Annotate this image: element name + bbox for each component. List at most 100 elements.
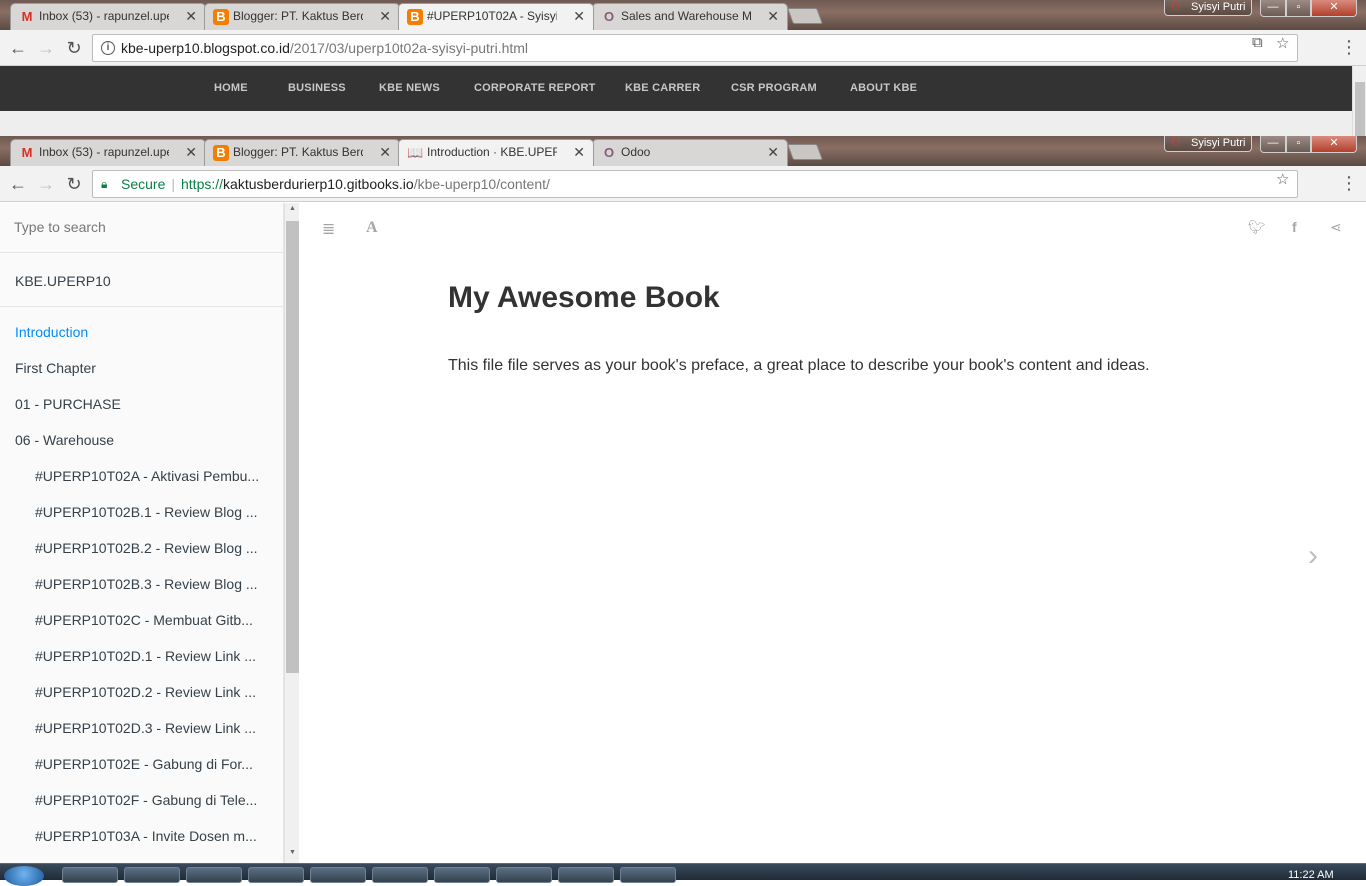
url-host: kbe-uperp10.blogspot.co.id — [121, 40, 290, 56]
profile-button[interactable]: ⚇ Syisyi Putri — [1164, 0, 1252, 16]
toc-item[interactable]: #UPERP10T02B.2 - Review Blog ... — [0, 531, 283, 567]
taskbar-app-7[interactable] — [434, 867, 490, 883]
back-button[interactable]: ← — [6, 172, 30, 196]
scroll-down-arrow-icon[interactable]: ▼ — [285, 849, 300, 856]
blogger-icon: B — [407, 9, 423, 25]
start-button[interactable] — [4, 866, 44, 886]
toc-item[interactable]: First Chapter — [0, 351, 283, 387]
lock-icon[interactable]: 🔒︎ — [101, 178, 111, 190]
nav-kbe-news[interactable]: KBE NEWS — [379, 82, 440, 94]
share-icon[interactable]: ⋖ — [1330, 219, 1342, 236]
toc-item[interactable]: #UPERP10T02B.1 - Review Blog ... — [0, 495, 283, 531]
new-tab-button[interactable] — [787, 144, 823, 160]
back-tab-blog-post[interactable]: B #UPERP10T02A - Syisyi P ✕ — [398, 3, 594, 30]
book-title-link[interactable]: KBE.UPERP10 — [0, 253, 283, 307]
taskbar-chrome[interactable] — [310, 867, 366, 883]
toc-item[interactable]: #UPERP10T02A - Aktivasi Pembu... — [0, 459, 283, 495]
toc-item[interactable]: Introduction — [0, 315, 283, 351]
bookmark-star-icon[interactable]: ☆ — [1276, 34, 1289, 52]
tab-label: Blogger: PT. Kaktus Berdu — [233, 9, 363, 23]
sidebar-scrollbar[interactable]: ▲ ▼ — [284, 203, 299, 863]
scrollbar-thumb[interactable] — [286, 221, 299, 673]
nav-about-kbe[interactable]: ABOUT KBE — [850, 82, 917, 94]
tab-label: Blogger: PT. Kaktus Berdu — [233, 145, 363, 159]
forward-button[interactable]: → — [34, 36, 58, 60]
taskbar-ie[interactable] — [124, 867, 180, 883]
front-tab-blogger[interactable]: B Blogger: PT. Kaktus Berdu ✕ — [204, 139, 400, 166]
forward-button[interactable]: → — [34, 172, 58, 196]
taskbar-explorer[interactable] — [62, 867, 118, 883]
toc-item[interactable]: #UPERP10T02B.3 - Review Blog ... — [0, 567, 283, 603]
search-input[interactable]: Type to search — [0, 203, 283, 253]
system-clock[interactable]: 11:22 AM — [1288, 869, 1334, 881]
bookmark-star-icon[interactable]: ☆ — [1276, 170, 1289, 188]
nav-business[interactable]: BUSINESS — [288, 82, 346, 94]
tab-label: Inbox (53) - rapunzel.uper — [39, 9, 169, 23]
front-window-toolbar: ← → ↻ 🔒︎ Secure | https://kaktusberdurierp… — [0, 166, 1366, 202]
toc-item[interactable]: 01 - PURCHASE — [0, 387, 283, 423]
close-icon[interactable]: ✕ — [767, 4, 779, 28]
translate-icon[interactable]: ⧉ — [1252, 34, 1263, 51]
scroll-up-arrow-icon[interactable]: ▲ — [285, 205, 300, 212]
close-icon[interactable]: ✕ — [767, 140, 779, 164]
close-window-button[interactable]: ✕ — [1311, 0, 1357, 17]
back-tab-gmail[interactable]: M Inbox (53) - rapunzel.uper ✕ — [10, 3, 206, 30]
toc-item[interactable]: #UPERP10T02E - Gabung di For... — [0, 747, 283, 783]
front-tab-gmail[interactable]: M Inbox (53) - rapunzel.uper ✕ — [10, 139, 206, 166]
font-settings-icon[interactable]: A — [366, 219, 378, 237]
toggle-sidebar-icon[interactable]: ≣ — [322, 219, 335, 239]
toc-item[interactable]: #UPERP10T02D.3 - Review Link ... — [0, 711, 283, 747]
url-path: /kbe-uperp10/content/ — [413, 176, 550, 192]
taskbar-app-6[interactable] — [372, 867, 428, 883]
close-icon[interactable]: ✕ — [573, 4, 585, 28]
taskbar-app-3[interactable] — [186, 867, 242, 883]
maximize-button[interactable]: ▫ — [1286, 136, 1311, 153]
close-icon[interactable]: ✕ — [379, 4, 391, 28]
twitter-icon[interactable]: 🐦︎ — [1248, 219, 1266, 236]
new-tab-button[interactable] — [787, 8, 823, 24]
toc-item[interactable]: #UPERP10T02D.2 - Review Link ... — [0, 675, 283, 711]
toc-item[interactable]: 06 - Warehouse — [0, 423, 283, 459]
address-bar[interactable]: i kbe-uperp10.blogspot.co.id/2017/03/upe… — [92, 34, 1298, 62]
taskbar-app-9[interactable] — [558, 867, 614, 883]
close-icon[interactable]: ✕ — [185, 140, 197, 164]
table-of-contents: Introduction First Chapter 01 - PURCHASE 06… — [0, 307, 283, 855]
close-icon[interactable]: ✕ — [185, 4, 197, 28]
taskbar-app-8[interactable] — [496, 867, 552, 883]
back-tab-blogger[interactable]: B Blogger: PT. Kaktus Berdu ✕ — [204, 3, 400, 30]
address-bar[interactable]: 🔒︎ Secure | https://kaktusberdurierp10.git… — [92, 170, 1298, 198]
toc-item[interactable]: #UPERP10T03A - Invite Dosen m... — [0, 819, 283, 855]
scrollbar-thumb[interactable] — [1355, 82, 1365, 136]
front-window-tabstrip: M Inbox (53) - rapunzel.uper ✕ B Blogger… — [0, 136, 1366, 166]
toc-item[interactable]: #UPERP10T02C - Membuat Gitb... — [0, 603, 283, 639]
front-tab-odoo[interactable]: O Odoo ✕ — [592, 139, 788, 166]
nav-home[interactable]: HOME — [214, 82, 248, 94]
chrome-menu-icon[interactable]: ⋮ — [1340, 172, 1358, 194]
front-tab-introduction[interactable]: 📖 Introduction · KBE.UPERP ✕ — [398, 139, 594, 166]
taskbar-firefox[interactable] — [248, 867, 304, 883]
chrome-menu-icon[interactable]: ⋮ — [1340, 36, 1358, 58]
minimize-button[interactable]: — — [1260, 136, 1286, 153]
minimize-button[interactable]: — — [1260, 0, 1286, 17]
nav-corporate-report[interactable]: CORPORATE REPORT — [474, 82, 596, 94]
toc-item[interactable]: #UPERP10T02D.1 - Review Link ... — [0, 639, 283, 675]
reload-button[interactable]: ↻ — [62, 172, 86, 196]
taskbar-word[interactable] — [620, 867, 676, 883]
info-icon[interactable]: i — [101, 41, 115, 55]
profile-button[interactable]: ⚇ Syisyi Putri — [1164, 136, 1252, 152]
close-icon[interactable]: ✕ — [573, 140, 585, 164]
reload-button[interactable]: ↻ — [62, 36, 86, 60]
toc-item[interactable]: #UPERP10T02F - Gabung di Tele... — [0, 783, 283, 819]
back-button[interactable]: ← — [6, 36, 30, 60]
close-icon[interactable]: ✕ — [379, 140, 391, 164]
nav-kbe-carrer[interactable]: KBE CARRER — [625, 82, 700, 94]
back-window-scrollbar[interactable] — [1352, 66, 1366, 136]
next-page-chevron-icon[interactable]: › — [1308, 539, 1318, 573]
maximize-button[interactable]: ▫ — [1286, 0, 1311, 17]
facebook-icon[interactable]: f — [1292, 219, 1297, 235]
nav-csr-program[interactable]: CSR PROGRAM — [731, 82, 817, 94]
close-window-button[interactable]: ✕ — [1311, 136, 1357, 153]
back-tab-odoo[interactable]: O Sales and Warehouse Ma ✕ — [592, 3, 788, 30]
page-paragraph: This file file serves as your book's pre… — [448, 357, 1150, 374]
windows-taskbar: 11:22 AM — [0, 863, 1366, 886]
